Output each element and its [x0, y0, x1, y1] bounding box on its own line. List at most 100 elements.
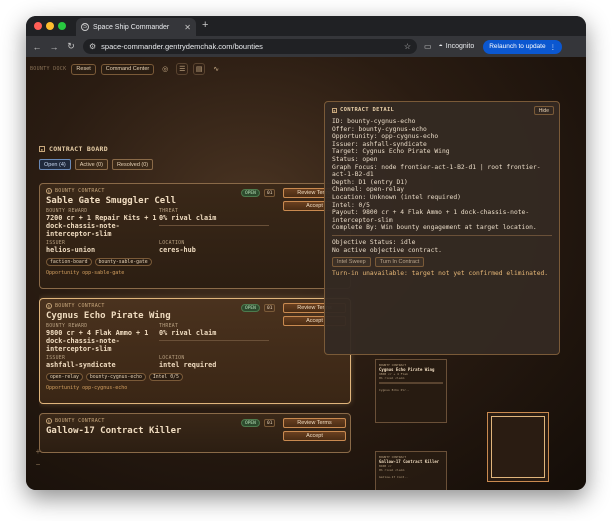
- relaunch-button[interactable]: Relaunch to update ⋮: [483, 39, 563, 54]
- bounty-dock-bar: BOUNTY DOCK Reset Command Center ◎ ☰ ▤ ∿: [30, 63, 222, 75]
- bounty-icon: $: [46, 418, 52, 424]
- incognito-indicator[interactable]: ◓ Incognito: [439, 43, 475, 50]
- tag-chip: open-relay: [46, 373, 83, 381]
- index-badge: 01: [264, 419, 276, 427]
- contract-card[interactable]: $ BOUNTY CONTRACT Gallow-17 Contract Kil…: [39, 413, 351, 453]
- relaunch-label: Relaunch to update: [489, 43, 546, 50]
- url-text[interactable]: space-commander.gentrydemchak.com/bounti…: [101, 42, 399, 51]
- filter-resolved[interactable]: Resolved (0): [111, 159, 154, 170]
- index-badge: 01: [264, 189, 276, 197]
- address-bar[interactable]: ⚙ space-commander.gentrydemchak.com/boun…: [83, 39, 417, 54]
- maximize-window-button[interactable]: [58, 22, 66, 30]
- minimize-window-button[interactable]: [46, 22, 54, 30]
- more-menu-icon[interactable]: ⋮: [550, 43, 557, 51]
- minimap-card[interactable]: BOUNTY CONTRACT Cygnus Echo Pirate Wing …: [375, 359, 447, 423]
- accept-button[interactable]: Accept: [283, 431, 346, 441]
- browser-toolbar: ← → ↻ ⚙ space-commander.gentrydemchak.co…: [26, 36, 586, 57]
- opportunity-text: Opportunity opp-sable-gate: [46, 270, 125, 276]
- reward-value: 7200 cr + 1 Repair Kits + 1 dock-chassis…: [46, 214, 157, 238]
- board-icon: ▪: [39, 146, 45, 152]
- intel-sweep-button[interactable]: Intel Sweep: [332, 257, 371, 268]
- detail-actions: Intel Sweep Turn In Contract: [332, 257, 552, 268]
- detail-icon: ▪: [332, 107, 337, 113]
- forward-icon[interactable]: →: [49, 42, 59, 52]
- detail-graph-focus: Graph Focus: node frontier-act-1-B2-d1 |…: [332, 163, 541, 179]
- bounty-icon: $: [46, 303, 52, 309]
- back-icon[interactable]: ←: [32, 42, 42, 52]
- list-view-icon[interactable]: ☰: [176, 63, 189, 75]
- status-badge: OPEN: [241, 189, 260, 197]
- hide-button[interactable]: Hide: [533, 106, 554, 115]
- detail-target: Target: Cygnus Echo Pirate Wing: [332, 148, 450, 156]
- board-heading: ▪ CONTRACT BOARD: [39, 145, 356, 153]
- tag-chip: bounty-cygnus-echo: [85, 373, 146, 381]
- contract-detail-panel: ▪ CONTRACT DETAIL Hide ID: bounty-cygnus…: [324, 101, 560, 355]
- filter-tabs: Open (4) Active (0) Resolved (0): [39, 159, 356, 170]
- detail-location: Location: Unknown (intel required): [332, 193, 461, 201]
- objective-note: No active objective contract.: [332, 246, 442, 254]
- zoom-in-button[interactable]: +: [32, 446, 44, 457]
- detail-intel: Intel: 0/5: [332, 201, 370, 209]
- minimap-threat: 0% rival claim: [379, 468, 405, 472]
- incognito-icon: ◓: [438, 43, 443, 50]
- opportunity-text: Opportunity opp-cygnus-echo: [46, 385, 128, 391]
- issuer-value: ashfall-syndicate: [46, 361, 116, 369]
- contract-card-selected[interactable]: $ BOUNTY CONTRACT Cygnus Echo Pirate Win…: [39, 298, 351, 404]
- document-icon[interactable]: ▤: [193, 63, 206, 75]
- detail-status: Status: open: [332, 155, 378, 163]
- detail-divider: [332, 234, 552, 236]
- tab-title: Space Ship Commander: [93, 23, 170, 31]
- zoom-out-button[interactable]: −: [32, 459, 44, 470]
- target-icon[interactable]: ◎: [159, 63, 171, 75]
- contract-card[interactable]: $ BOUNTY CONTRACT Sable Gate Smuggler Ce…: [39, 183, 351, 289]
- board-title: CONTRACT BOARD: [49, 145, 108, 153]
- location-value: intel required: [159, 361, 217, 369]
- turn-in-button[interactable]: Turn In Contract: [374, 257, 425, 268]
- reload-icon[interactable]: ↻: [66, 41, 76, 52]
- filter-open[interactable]: Open (4): [39, 159, 71, 170]
- issuer-value: helios-union: [46, 246, 96, 254]
- favicon-icon: S: [81, 23, 89, 31]
- review-terms-button[interactable]: Review Terms: [283, 418, 346, 428]
- bookmark-star-icon[interactable]: ☆: [404, 42, 411, 51]
- contract-board: ▪ CONTRACT BOARD Open (4) Active (0) Res…: [39, 145, 356, 490]
- minimap-card[interactable]: BOUNTY CONTRACT Gallow-17 Contract Kille…: [375, 451, 447, 490]
- pulse-icon[interactable]: ∿: [210, 63, 222, 75]
- browser-window: S Space Ship Commander ✕ + ← → ↻ ⚙ space…: [26, 16, 586, 490]
- reward-value: 9800 cr + 4 Flak Ammo + 1 dock-chassis-n…: [46, 329, 149, 353]
- zoom-controls: + −: [32, 446, 44, 470]
- detail-complete-by: Complete By: Win bounty engagement at ta…: [332, 224, 537, 232]
- threat-value: 0% rival claim: [159, 329, 217, 337]
- threat-divider: [159, 225, 269, 226]
- command-center-button[interactable]: Command Center: [100, 63, 155, 75]
- tag-chip: bounty-sable-gate: [94, 258, 152, 266]
- new-tab-button[interactable]: +: [202, 19, 208, 31]
- tab-close-icon[interactable]: ✕: [184, 23, 191, 32]
- browser-tab[interactable]: S Space Ship Commander ✕: [76, 18, 196, 36]
- close-window-button[interactable]: [34, 22, 42, 30]
- filter-active[interactable]: Active (0): [74, 159, 108, 170]
- detail-fields: ID: bounty-cygnus-echo Offer: bounty-cyg…: [332, 118, 552, 232]
- detail-issuer: Issuer: ashfall-syndicate: [332, 140, 427, 148]
- detail-payout: Payout: 9800 cr + 4 Flak Ammo + 1 dock-c…: [332, 209, 530, 224]
- objective-status: Objective Status: idle: [332, 238, 416, 246]
- detail-depth: Depth: D1 (entry D1): [332, 178, 408, 186]
- minimap-foot: Cygnus Echo Pir..: [379, 388, 410, 392]
- minimap-viewport-frame[interactable]: [487, 412, 549, 482]
- minimap-foot: Gallow-17 Cont..: [379, 475, 408, 479]
- tag-chip: faction-board: [46, 258, 92, 266]
- tab-bar: S Space Ship Commander ✕ +: [26, 16, 586, 36]
- status-badge: OPEN: [241, 304, 260, 312]
- detail-id: ID: bounty-cygnus-echo: [332, 118, 416, 125]
- site-info-icon[interactable]: ⚙: [89, 42, 96, 51]
- side-panel-icon[interactable]: ▭: [424, 42, 432, 51]
- detail-offer: Offer: bounty-cygnus-echo: [332, 125, 427, 133]
- incognito-label: Incognito: [445, 43, 475, 50]
- app-viewport: BOUNTY DOCK Reset Command Center ◎ ☰ ▤ ∿…: [26, 57, 586, 490]
- minimap-viewport[interactable]: [491, 416, 545, 478]
- reset-button[interactable]: Reset: [71, 63, 96, 75]
- bounty-icon: $: [46, 188, 52, 194]
- tag-list: faction-board bounty-sable-gate: [46, 258, 344, 266]
- tag-list: open-relay bounty-cygnus-echo Intel 0/5: [46, 373, 344, 381]
- status-badge: OPEN: [241, 419, 260, 427]
